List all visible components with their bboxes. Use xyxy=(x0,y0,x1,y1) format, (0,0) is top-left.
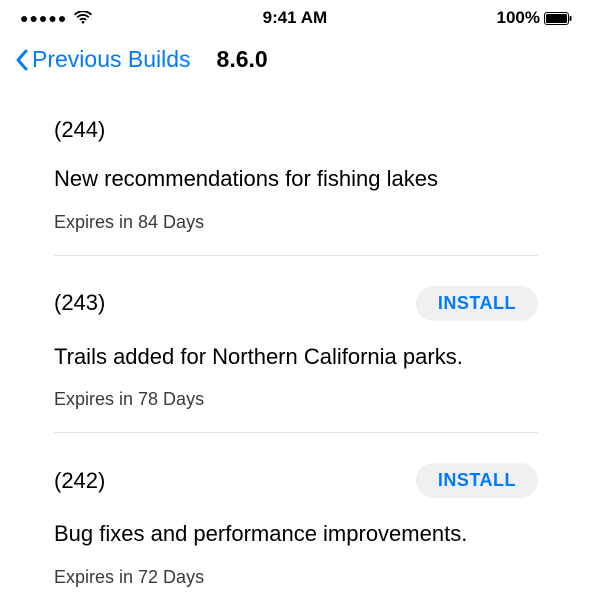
build-item: (244) New recommendations for fishing la… xyxy=(54,87,538,256)
wifi-icon xyxy=(73,11,93,25)
build-number: (244) xyxy=(54,117,105,143)
status-time: 9:41 AM xyxy=(263,8,328,28)
build-expires: Expires in 72 Days xyxy=(54,567,538,588)
back-label: Previous Builds xyxy=(32,46,191,73)
build-item: (243) INSTALL Trails added for Northern … xyxy=(54,256,538,434)
build-description: Trails added for Northern California par… xyxy=(54,343,538,372)
build-description: New recommendations for fishing lakes xyxy=(54,165,538,194)
signal-dots-icon: ●●●●● xyxy=(20,10,67,26)
page-title: 8.6.0 xyxy=(217,46,268,73)
status-bar: ●●●●● 9:41 AM 100% xyxy=(0,0,592,32)
build-number: (242) xyxy=(54,468,105,494)
chevron-left-icon xyxy=(14,48,30,72)
build-expires: Expires in 78 Days xyxy=(54,389,538,410)
build-item: (242) INSTALL Bug fixes and performance … xyxy=(54,433,538,610)
builds-list: (244) New recommendations for fishing la… xyxy=(0,87,592,610)
back-button[interactable]: Previous Builds xyxy=(14,46,191,73)
install-button[interactable]: INSTALL xyxy=(416,286,538,321)
battery-percent: 100% xyxy=(497,8,540,28)
status-right: 100% xyxy=(497,8,572,28)
install-button[interactable]: INSTALL xyxy=(416,463,538,498)
build-expires: Expires in 84 Days xyxy=(54,212,538,233)
build-description: Bug fixes and performance improvements. xyxy=(54,520,538,549)
status-left: ●●●●● xyxy=(20,10,93,26)
battery-icon xyxy=(544,12,572,25)
build-number: (243) xyxy=(54,290,105,316)
nav-bar: Previous Builds 8.6.0 xyxy=(0,32,592,87)
